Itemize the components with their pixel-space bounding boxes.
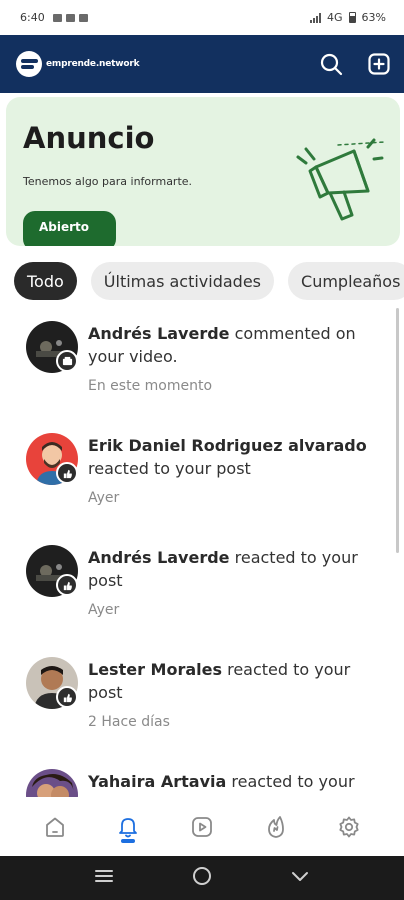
- app-header: emprende.network: [0, 35, 404, 93]
- notification-time: Ayer: [88, 602, 120, 618]
- gear-icon: [339, 816, 359, 838]
- notification-time: Ayer: [88, 490, 120, 506]
- search-button[interactable]: [318, 51, 344, 77]
- network-type: 4G: [327, 11, 343, 24]
- search-icon: [320, 53, 343, 76]
- nav-videos[interactable]: [182, 807, 222, 847]
- active-nav-indicator: [121, 839, 136, 843]
- app-logo[interactable]: emprende.network: [16, 51, 140, 77]
- menu-icon: [95, 870, 113, 882]
- nav-trending[interactable]: [256, 807, 296, 847]
- notification-text: Andrés Laverde commented on your video.: [88, 322, 378, 368]
- status-bar: 6:40 4G 63%: [0, 0, 404, 35]
- notification-text: Andrés Laverde reacted to your post: [88, 546, 378, 592]
- notification-text: Lester Morales reacted to your post: [88, 658, 378, 704]
- notification-time: 2 Hace días: [88, 714, 170, 730]
- banner-button[interactable]: Abierto: [23, 211, 116, 246]
- chip-todo[interactable]: Todo: [14, 262, 77, 300]
- logo-text: emprende.network: [46, 59, 140, 69]
- flame-icon: [267, 816, 284, 838]
- notification-item[interactable]: Andrés Laverde commented on your video. …: [0, 300, 404, 412]
- chip-ultimas-actividades[interactable]: Últimas actividades: [90, 262, 275, 300]
- bottom-nav: [0, 798, 404, 856]
- nav-home[interactable]: [35, 807, 75, 847]
- actor-name[interactable]: Andrés Laverde: [88, 324, 230, 343]
- actor-name[interactable]: Lester Morales: [88, 660, 222, 679]
- actor-name[interactable]: Andrés Laverde: [88, 548, 230, 567]
- reaction-badge-icon: [56, 462, 78, 484]
- status-time: 6:40: [20, 11, 45, 24]
- bell-icon: [119, 818, 138, 838]
- notification-item[interactable]: Lester Morales reacted to your post 2 Ha…: [0, 636, 404, 748]
- avatar[interactable]: [26, 769, 78, 797]
- home-system-button[interactable]: [192, 866, 212, 890]
- recent-apps-button[interactable]: [94, 868, 114, 888]
- banner-text: Tenemos algo para informarte.: [23, 175, 193, 188]
- scrollbar[interactable]: [396, 308, 399, 553]
- nav-settings[interactable]: [329, 807, 369, 847]
- banner-title: Anuncio: [23, 121, 155, 155]
- video-icon: [192, 817, 212, 837]
- reaction-badge-icon: [56, 686, 78, 708]
- comment-badge-icon: [56, 350, 78, 372]
- chip-cumpleanos[interactable]: Cumpleaños: [288, 262, 404, 300]
- megaphone-icon: [296, 138, 385, 221]
- battery-icon: [348, 12, 356, 23]
- actor-name[interactable]: Erik Daniel Rodriguez alvarado: [88, 436, 367, 455]
- battery-level: 63%: [361, 11, 386, 24]
- notification-time: En este momento: [88, 378, 213, 394]
- reaction-badge-icon: [56, 574, 78, 596]
- announcement-banner[interactable]: Anuncio Tenemos algo para informarte. Ab…: [6, 97, 400, 246]
- notification-item[interactable]: Yahaira Artavia reacted to your post: [0, 748, 404, 797]
- notification-item[interactable]: Erik Daniel Rodriguez alvarado reacted t…: [0, 412, 404, 524]
- filter-chips: Todo Últimas actividades Cumpleaños: [14, 262, 404, 300]
- nav-notifications[interactable]: [108, 807, 148, 847]
- circle-icon: [193, 867, 211, 885]
- system-nav-bar: [0, 856, 404, 900]
- notification-icons: [52, 13, 88, 22]
- notifications-list[interactable]: Andrés Laverde commented on your video. …: [0, 300, 404, 797]
- notification-text: Erik Daniel Rodriguez alvarado reacted t…: [88, 434, 378, 480]
- chevron-down-icon: [292, 871, 308, 881]
- notification-action: reacted to your post: [88, 459, 251, 478]
- plus-square-icon: [368, 53, 390, 75]
- signal-icon: [310, 12, 322, 23]
- logo-mark-icon: [16, 51, 42, 77]
- home-icon: [45, 817, 64, 837]
- notification-text: Yahaira Artavia reacted to your post: [88, 770, 378, 797]
- actor-name[interactable]: Yahaira Artavia: [88, 772, 226, 791]
- back-system-button[interactable]: [290, 869, 310, 888]
- add-post-button[interactable]: [366, 51, 392, 77]
- notification-item[interactable]: Andrés Laverde reacted to your post Ayer: [0, 524, 404, 636]
